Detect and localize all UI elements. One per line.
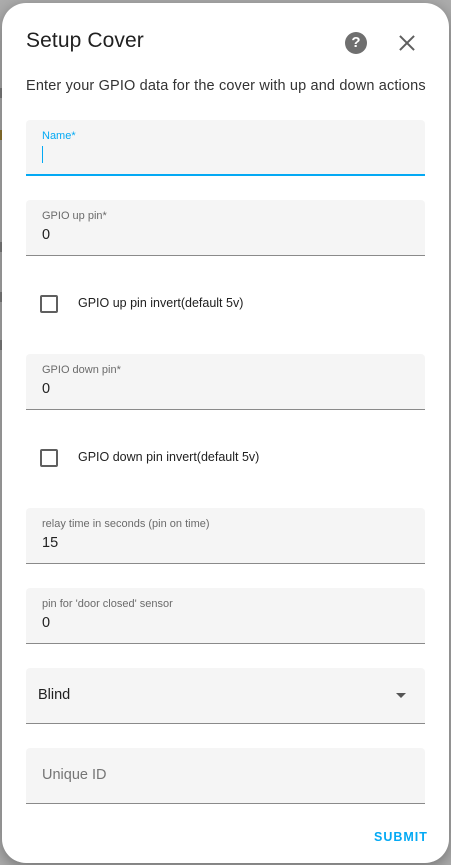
relay-time-label: relay time in seconds (pin on time) [42, 518, 210, 530]
gpio-down-pin-label: GPIO down pin* [42, 364, 121, 376]
door-closed-pin-field[interactable]: pin for 'door closed' sensor 0 [26, 588, 425, 644]
gpio-down-invert-row[interactable]: GPIO down pin invert(default 5v) [40, 448, 400, 468]
gpio-up-pin-field[interactable]: GPIO up pin* 0 [26, 200, 425, 256]
text-cursor [42, 146, 43, 163]
dialog-subtitle: Enter your GPIO data for the cover with … [26, 78, 426, 94]
close-icon[interactable] [398, 34, 416, 52]
gpio-down-invert-checkbox[interactable] [40, 449, 58, 467]
submit-button[interactable]: SUBMIT [374, 830, 428, 844]
gpio-down-pin-value: 0 [42, 381, 51, 397]
door-closed-pin-value: 0 [42, 615, 51, 631]
device-class-select[interactable]: Blind [26, 668, 425, 724]
unique-id-placeholder: Unique ID [42, 767, 107, 783]
chevron-down-icon[interactable] [396, 693, 406, 698]
help-icon[interactable]: ? [345, 32, 367, 54]
relay-time-value: 15 [42, 535, 59, 551]
gpio-down-invert-label: GPIO down pin invert(default 5v) [78, 450, 260, 464]
name-field-label: Name* [42, 130, 76, 142]
device-class-selected: Blind [38, 687, 71, 703]
gpio-down-pin-field[interactable]: GPIO down pin* 0 [26, 354, 425, 410]
unique-id-field[interactable]: Unique ID [26, 748, 425, 804]
gpio-up-pin-label: GPIO up pin* [42, 210, 107, 222]
name-field[interactable]: Name* [26, 120, 425, 176]
relay-time-field[interactable]: relay time in seconds (pin on time) 15 [26, 508, 425, 564]
dialog-title: Setup Cover [26, 29, 144, 52]
gpio-up-pin-value: 0 [42, 227, 51, 243]
gpio-up-invert-label: GPIO up pin invert(default 5v) [78, 296, 244, 310]
setup-cover-dialog: Setup Cover ? Enter your GPIO data for t… [2, 3, 449, 863]
gpio-up-invert-checkbox[interactable] [40, 295, 58, 313]
door-closed-pin-label: pin for 'door closed' sensor [42, 598, 173, 610]
gpio-up-invert-row[interactable]: GPIO up pin invert(default 5v) [40, 294, 400, 314]
